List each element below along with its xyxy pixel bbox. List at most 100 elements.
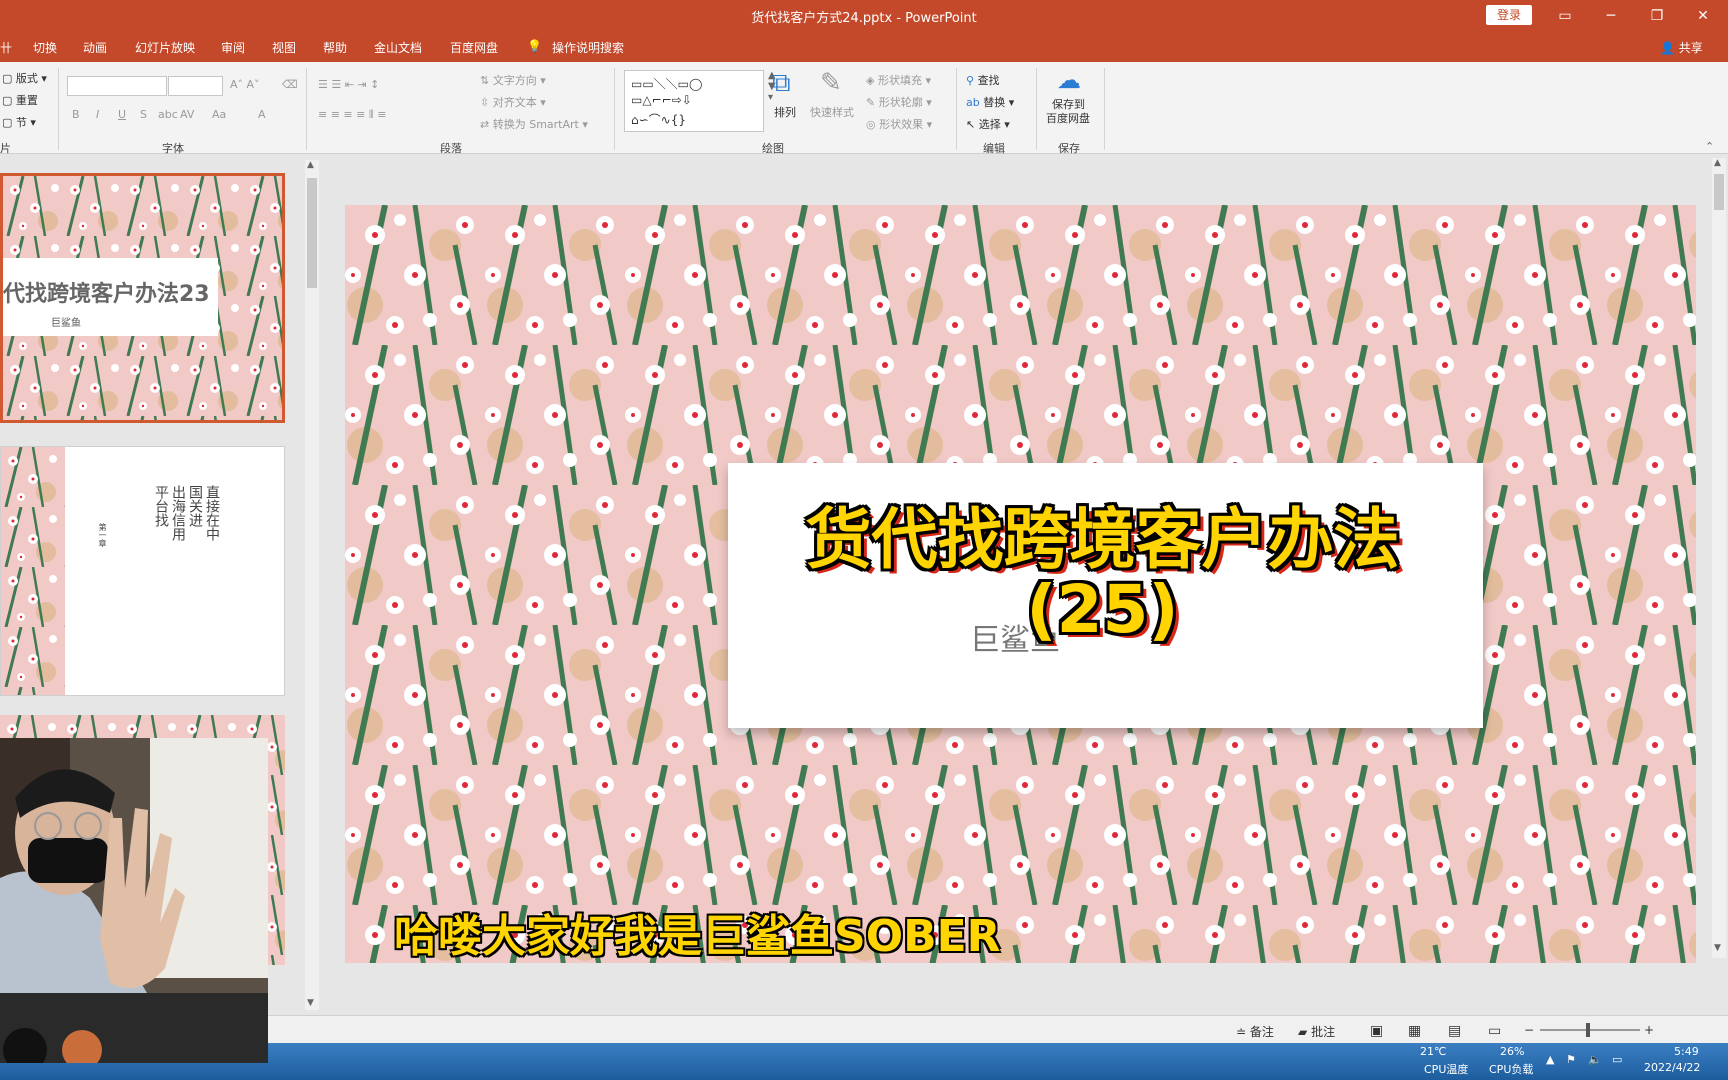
separator — [614, 68, 615, 150]
thumbnail-2-col2: 国关进 — [187, 485, 203, 527]
volume-icon[interactable]: 🔈 — [1588, 1053, 1602, 1066]
shapes-row-3[interactable]: ⌂∽⌒∿{} — [631, 111, 686, 128]
baidu-netdisk-icon[interactable]: ☁ — [1057, 66, 1081, 94]
font-name-combo[interactable] — [67, 76, 167, 96]
slideshow-icon[interactable]: ▭ — [1488, 1023, 1501, 1039]
zoom-slider[interactable] — [1540, 1029, 1640, 1031]
minimize-icon[interactable]: ─ — [1596, 4, 1626, 28]
font-color-button[interactable]: A — [258, 108, 266, 121]
login-button[interactable]: 登录 — [1486, 5, 1532, 25]
tab-slideshow[interactable]: 幻灯片放映 — [135, 39, 195, 56]
shapes-row-2[interactable]: ▭△⌐⌐⇨⇩ — [631, 93, 692, 107]
scroll-up-icon[interactable]: ▲ — [307, 160, 314, 170]
thumbnail-2-chapter: 第一章 — [98, 523, 107, 547]
slide-thumbnail-1[interactable]: 代找跨境客户办法23 巨鲨鱼 — [0, 173, 285, 423]
slides-group-label: 片 — [0, 142, 11, 155]
arrange-button[interactable]: 排列 — [774, 104, 796, 120]
font-group-label: 字体 — [162, 142, 184, 155]
separator — [1104, 68, 1105, 150]
font-size-combo[interactable] — [168, 76, 223, 96]
clock-time[interactable]: 5:49 — [1674, 1045, 1699, 1058]
tab-view[interactable]: 视图 — [272, 39, 296, 56]
tab-baidu-netdisk[interactable]: 百度网盘 — [450, 39, 498, 56]
webcam-overlay — [0, 738, 268, 1063]
strikethrough-button[interactable]: abc — [158, 108, 178, 121]
thumbnail-2-col4: 平台找 — [153, 485, 169, 527]
italic-button[interactable]: I — [96, 108, 99, 121]
underline-button[interactable]: U — [118, 108, 126, 121]
shadow-button[interactable]: S — [140, 108, 147, 121]
comment-icon: ▰ — [1298, 1025, 1308, 1039]
bold-button[interactable]: B — [72, 108, 80, 121]
cpu-load-value: 26% — [1500, 1045, 1525, 1058]
cpu-temp-label: CPU温度 — [1424, 1063, 1469, 1076]
close-icon[interactable]: ✕ — [1688, 4, 1718, 28]
save-to-netdisk-line2[interactable]: 百度网盘 — [1046, 110, 1090, 126]
bullets-icon[interactable]: ☰ ☰ ⇤ ⇥ ↕ — [318, 78, 379, 91]
cpu-temp-value: 21℃ — [1420, 1045, 1447, 1058]
zoom-out-icon[interactable]: − — [1524, 1023, 1534, 1037]
quick-styles-button[interactable]: 快速样式 — [810, 104, 854, 120]
scrollbar-thumb[interactable] — [307, 178, 317, 288]
char-spacing-button[interactable]: AV — [180, 108, 194, 121]
layout-button[interactable]: ▢ 版式 ▾ — [2, 70, 47, 86]
ribbon-display-icon[interactable]: ▭ — [1550, 4, 1580, 28]
zoom-in-icon[interactable]: + — [1644, 1023, 1654, 1037]
tell-me-search[interactable]: 操作说明搜索 — [552, 39, 624, 56]
thumbnail-2-col3: 出海信用 — [170, 485, 186, 541]
scroll-up-icon[interactable]: ▲ — [1714, 158, 1721, 168]
text-direction-button[interactable]: ⇅ 文字方向 ▾ — [480, 72, 546, 88]
tab-transitions[interactable]: 切换 — [33, 39, 57, 56]
video-caption: 哈喽大家好我是巨鲨鱼SOBER — [394, 911, 1001, 962]
tab-animations[interactable]: 动画 — [83, 39, 107, 56]
reset-button[interactable]: ▢ 重置 — [2, 92, 38, 108]
collapse-ribbon-icon[interactable]: ⌃ — [1705, 140, 1714, 153]
zoom-slider-thumb[interactable] — [1586, 1023, 1590, 1037]
cpu-load-label: CPU负载 — [1489, 1063, 1534, 1076]
arrange-icon[interactable]: ⧉ — [772, 68, 791, 99]
share-button[interactable]: 👤 共享 — [1660, 39, 1703, 56]
shapes-row-1[interactable]: ▭▭＼＼▭◯ — [631, 75, 702, 92]
change-case-button[interactable]: Aa — [212, 108, 226, 121]
editing-group-label: 编辑 — [983, 142, 1005, 155]
quick-styles-icon[interactable]: ✎ — [820, 68, 842, 98]
flag-icon[interactable]: ⚑ — [1566, 1053, 1576, 1066]
slide-sorter-icon[interactable]: ▦ — [1408, 1023, 1421, 1039]
tab-jinshan-docs[interactable]: 金山文档 — [374, 39, 422, 56]
scroll-down-icon[interactable]: ▼ — [307, 998, 314, 1008]
tray-expand-icon[interactable]: ▲ — [1546, 1053, 1554, 1066]
shapes-gallery[interactable]: ▭▭＼＼▭◯ ▭△⌐⌐⇨⇩ ⌂∽⌒∿{} — [624, 70, 764, 132]
shape-outline-button[interactable]: ✎ 形状轮廓 ▾ — [866, 94, 932, 110]
thumbnails-scrollbar[interactable]: ▲ ▼ — [305, 160, 319, 1010]
align-icons[interactable]: ≡ ≡ ≡ ≡ ⦀ ≡ — [318, 108, 386, 122]
slide-thumbnail-2[interactable]: 直接在中 国关进 出海信用 平台找 第一章 — [0, 446, 285, 696]
lightbulb-icon: 💡 — [527, 39, 542, 53]
find-button[interactable]: ⚲ 查找 — [966, 72, 1000, 88]
notes-icon: ≐ — [1236, 1025, 1247, 1039]
smartart-button[interactable]: ⇄ 转换为 SmartArt ▾ — [480, 116, 588, 132]
select-button[interactable]: ↖ 选择 ▾ — [966, 116, 1010, 132]
window-title: 货代找客户方式24.pptx - PowerPoint — [751, 11, 977, 26]
slide-scrollbar[interactable]: ▲ ▼ — [1712, 158, 1726, 958]
comments-button[interactable]: ▰ 批注 — [1298, 1023, 1335, 1040]
notes-button[interactable]: ≐ 备注 — [1236, 1023, 1274, 1040]
tab-help[interactable]: 帮助 — [323, 39, 347, 56]
thumbnail-1-subtitle: 巨鲨鱼 — [51, 318, 81, 329]
restore-icon[interactable]: ❐ — [1642, 4, 1672, 28]
replace-button[interactable]: ab 替换 ▾ — [966, 94, 1014, 110]
tab-review[interactable]: 审阅 — [221, 39, 245, 56]
drawing-group-label: 绘图 — [762, 142, 784, 155]
clear-format-icon[interactable]: ⌫ — [282, 78, 298, 91]
align-text-button[interactable]: ⇳ 对齐文本 ▾ — [480, 94, 546, 110]
tab-cut-edge[interactable]: 卄 — [0, 39, 12, 56]
network-icon[interactable]: ▭ — [1612, 1053, 1622, 1066]
normal-view-icon[interactable]: ▣ — [1370, 1023, 1383, 1039]
scroll-down-icon[interactable]: ▼ — [1714, 943, 1721, 953]
grow-font-icon[interactable]: A˄ A˅ — [230, 78, 260, 91]
reading-view-icon[interactable]: ▤ — [1448, 1023, 1461, 1039]
scrollbar-thumb[interactable] — [1714, 174, 1724, 210]
section-button[interactable]: ▢ 节 ▾ — [2, 114, 36, 130]
clock-date[interactable]: 2022/4/22 — [1644, 1061, 1700, 1074]
shape-effects-button[interactable]: ◎ 形状效果 ▾ — [866, 116, 932, 132]
shape-fill-button[interactable]: ◈ 形状填充 ▾ — [866, 72, 931, 88]
